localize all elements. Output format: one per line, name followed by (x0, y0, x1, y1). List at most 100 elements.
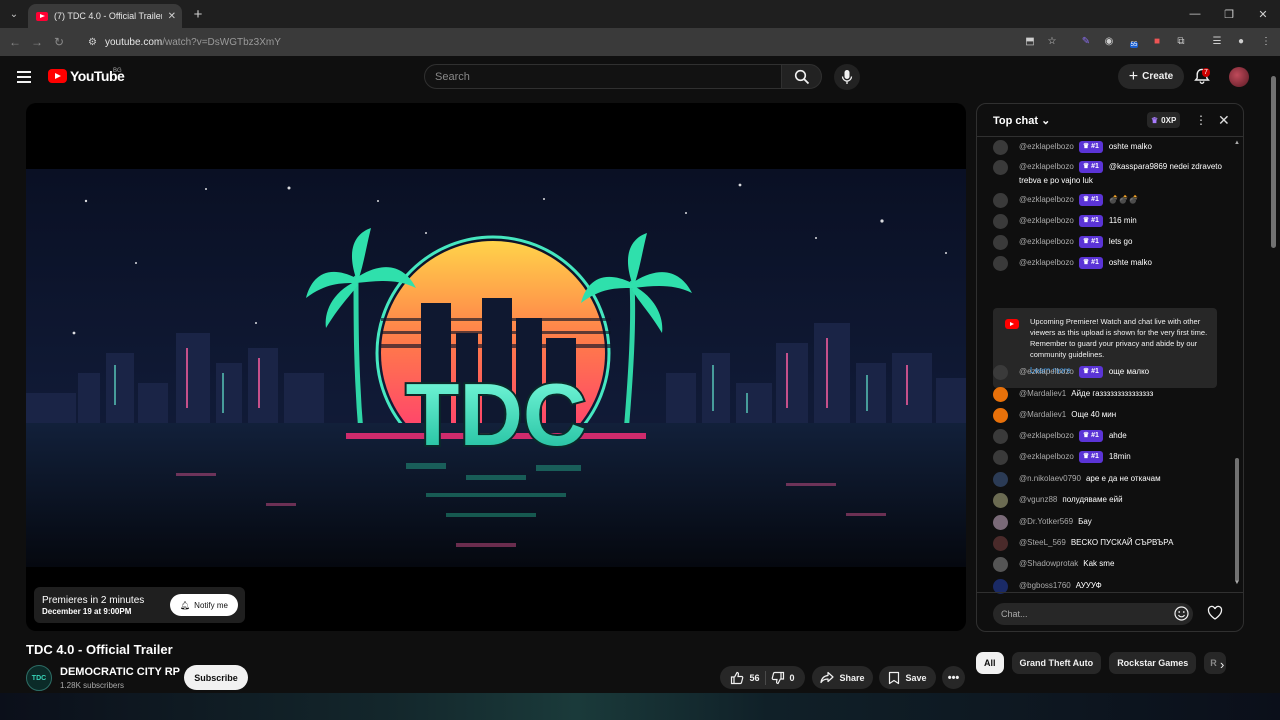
hamburger-menu-icon[interactable] (17, 71, 31, 83)
save-button[interactable]: Save (879, 666, 936, 689)
top-chat-dropdown[interactable]: Top chat ⌄ (993, 114, 1050, 127)
chat-scroll-thumb[interactable] (1235, 458, 1239, 582)
browser-tab-strip: ⌄ (7) TDC 4.0 - Official Trailer - Yo ✕ … (0, 0, 1280, 28)
chat-author-avatar[interactable] (993, 515, 1008, 530)
chat-rank-badge: ♛ #1 (1078, 257, 1103, 269)
chat-author-name[interactable]: @ezklapelbozo (1019, 452, 1074, 461)
browser-menu-icon[interactable]: ⋮ (1258, 33, 1274, 49)
back-button[interactable]: ← (4, 31, 26, 53)
page-scroll-thumb[interactable] (1271, 76, 1276, 248)
tab-search-button[interactable]: ⌄ (0, 0, 28, 28)
filter-chip[interactable]: Grand Theft Auto (1011, 652, 1102, 674)
chat-author-avatar[interactable] (993, 214, 1008, 229)
extensions-puzzle-icon[interactable]: ⧉ (1173, 33, 1189, 49)
profile-icon[interactable]: ● (1233, 33, 1249, 49)
search-box[interactable] (424, 64, 782, 89)
site-info-icon[interactable]: ⚙ (88, 37, 97, 48)
search-input[interactable] (435, 70, 781, 83)
chat-messages[interactable]: Upcoming Premiere! Watch and chat live w… (977, 138, 1237, 594)
tab-close-icon[interactable]: ✕ (168, 11, 176, 22)
chat-author-avatar[interactable] (993, 140, 1008, 155)
video-thumbnail-art: TDC (26, 169, 966, 567)
chat-author-avatar[interactable] (993, 256, 1008, 271)
extension-circle-icon[interactable]: ◉ (1101, 33, 1117, 49)
extension-pen-icon[interactable]: ✎ (1078, 33, 1094, 49)
chat-author-avatar[interactable] (993, 387, 1008, 402)
filter-chip[interactable]: All (976, 652, 1004, 674)
chat-close-icon[interactable]: ✕ (1218, 112, 1230, 129)
chat-input[interactable] (993, 603, 1193, 625)
chevron-right-icon[interactable]: › (1220, 657, 1224, 672)
browser-tab-active[interactable]: (7) TDC 4.0 - Official Trailer - Yo ✕ (28, 4, 182, 28)
install-app-icon[interactable]: ⬒ (1022, 33, 1038, 49)
chat-author-avatar[interactable] (993, 408, 1008, 423)
chat-author-avatar[interactable] (993, 429, 1008, 444)
chat-author-avatar[interactable] (993, 193, 1008, 208)
heart-icon[interactable] (1207, 605, 1223, 621)
window-close-button[interactable]: ✕ (1246, 0, 1280, 28)
chat-author-name[interactable]: @ezklapelbozo (1019, 195, 1074, 204)
chat-author-name[interactable]: @bgboss1760 (1019, 581, 1071, 590)
chat-author-name[interactable]: @Mardaliev1 (1019, 410, 1066, 419)
chat-rank-badge: ♛ #1 (1078, 236, 1103, 248)
new-tab-button[interactable]: + (186, 2, 210, 26)
chat-author-name[interactable]: @ezklapelbozo (1019, 431, 1074, 440)
chat-menu-icon[interactable]: ⋮ (1195, 113, 1207, 127)
emoji-icon[interactable] (1174, 606, 1189, 621)
dislike-button[interactable]: 0 (771, 671, 795, 685)
chat-author-avatar[interactable] (993, 450, 1008, 465)
chat-author-avatar[interactable] (993, 472, 1008, 487)
video-player[interactable]: TDC (26, 103, 966, 631)
filter-chip[interactable]: Rockstar Games (1109, 652, 1197, 674)
like-button[interactable]: 56 (730, 671, 760, 685)
channel-avatar[interactable]: TDC (26, 665, 52, 691)
scroll-up-icon[interactable]: ▲ (1234, 140, 1240, 146)
chat-author-avatar[interactable] (993, 493, 1008, 508)
chat-scrollbar[interactable]: ▲ ▼ (1234, 140, 1240, 588)
subscribe-button[interactable]: Subscribe (184, 665, 248, 690)
voice-search-button[interactable] (834, 64, 860, 90)
xp-badge[interactable]: ♛ 0XP (1147, 112, 1181, 128)
chat-author-avatar[interactable] (993, 365, 1008, 380)
chat-author-avatar[interactable] (993, 160, 1008, 175)
crown-icon: ♛ (1082, 163, 1092, 170)
minimize-button[interactable]: — (1178, 0, 1212, 28)
chat-author-name[interactable]: @ezklapelbozo (1019, 162, 1074, 171)
create-button[interactable]: + Create (1118, 64, 1184, 89)
chat-author-avatar[interactable] (993, 536, 1008, 551)
chat-author-name[interactable]: @vgunz88 (1019, 495, 1057, 504)
chat-author-name[interactable]: @SteeL_569 (1019, 538, 1066, 547)
page-scrollbar[interactable] (1270, 66, 1278, 696)
share-button[interactable]: Share (812, 666, 873, 689)
premiere-date: December 19 at 9:00PM (42, 606, 132, 616)
chat-author-name[interactable]: @Dr.Yotker569 (1019, 517, 1073, 526)
chat-author-name[interactable]: @ezklapelbozo (1019, 237, 1074, 246)
chat-author-avatar[interactable] (993, 557, 1008, 572)
chat-author-name[interactable]: @ezklapelbozo (1019, 367, 1074, 376)
more-actions-button[interactable]: ••• (942, 666, 965, 689)
restore-button[interactable]: ❐ (1212, 0, 1246, 28)
search-button[interactable] (781, 64, 822, 89)
channel-name[interactable]: DEMOCRATIC CITY RP (60, 666, 180, 678)
chat-author-name[interactable]: @Shadowprotak (1019, 559, 1078, 568)
chat-header: Top chat ⌄ ♛ 0XP ⋮ ✕ (977, 104, 1243, 137)
chat-author-name[interactable]: @Mardaliev1 (1019, 389, 1066, 398)
reload-button[interactable]: ↻ (48, 31, 70, 53)
extension-red-icon[interactable]: ■ (1149, 33, 1165, 49)
chat-author-name[interactable]: @n.nikolaev0790 (1019, 474, 1081, 483)
more-horizontal-icon: ••• (947, 671, 960, 684)
youtube-logo[interactable]: YouTube BG (48, 68, 125, 84)
address-bar[interactable]: ⚙ youtube.com/watch?v=DsWGTbz3XmY (80, 31, 1070, 53)
chat-author-name[interactable]: @ezklapelbozo (1019, 142, 1074, 151)
account-avatar[interactable] (1229, 67, 1249, 87)
bookmark-star-icon[interactable]: ☆ (1044, 33, 1060, 49)
scroll-down-icon[interactable]: ▼ (1234, 580, 1240, 586)
notify-me-button[interactable]: 🔔︎ Notify me (170, 594, 238, 616)
chat-author-name[interactable]: @ezklapelbozo (1019, 216, 1074, 225)
chat-rank-badge: ♛ #1 (1078, 161, 1103, 173)
extension-badge-icon[interactable]: 55 (1126, 33, 1142, 49)
forward-button[interactable]: → (26, 31, 48, 53)
chat-author-name[interactable]: @ezklapelbozo (1019, 258, 1074, 267)
chat-author-avatar[interactable] (993, 235, 1008, 250)
reading-list-icon[interactable]: ☰ (1209, 33, 1225, 49)
